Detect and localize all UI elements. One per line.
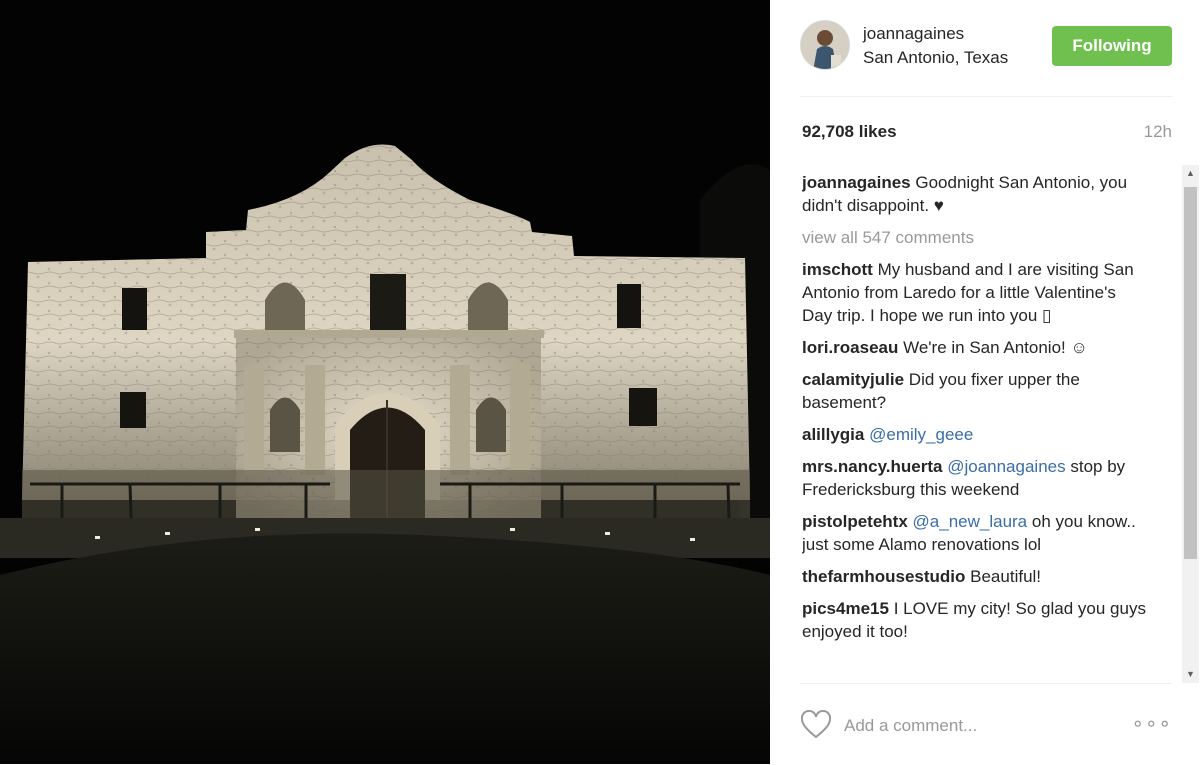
comment-username[interactable]: pistolpetehtx xyxy=(802,512,908,531)
post-location[interactable]: San Antonio, Texas xyxy=(863,48,1008,68)
add-comment-input[interactable] xyxy=(844,712,1124,740)
scroll-down-arrow-icon[interactable]: ▼ xyxy=(1182,666,1199,683)
post-timestamp[interactable]: 12h xyxy=(1144,122,1172,142)
comment-item: imschott My husband and I are visiting S… xyxy=(802,258,1147,327)
comment-mention[interactable]: @a_new_laura xyxy=(913,512,1028,531)
comments-list[interactable]: joannagaines Goodnight San Antonio, you … xyxy=(802,171,1147,681)
comment-item: lori.roaseau We're in San Antonio! ☺ xyxy=(802,336,1147,359)
post-photo xyxy=(0,0,770,764)
likes-row: 92,708 likes 12h xyxy=(800,122,1172,146)
post-header: joannagaines San Antonio, Texas Followin… xyxy=(800,20,1172,97)
comments-scrollbar[interactable]: ▲ ▼ xyxy=(1182,165,1199,683)
comment-mention[interactable]: @joannagaines xyxy=(947,457,1065,476)
comment-item: alillygia @emily_geee xyxy=(802,423,1147,446)
following-button[interactable]: Following xyxy=(1052,26,1172,66)
scrollbar-thumb[interactable] xyxy=(1184,187,1197,559)
more-options-icon[interactable]: ∘∘∘ xyxy=(1131,714,1172,734)
comment-username[interactable]: mrs.nancy.huerta xyxy=(802,457,942,476)
comment-username[interactable]: lori.roaseau xyxy=(802,338,898,357)
caption: joannagaines Goodnight San Antonio, you … xyxy=(802,171,1147,217)
comment-mention[interactable]: @emily_geee xyxy=(869,425,973,444)
comment-username[interactable]: pics4me15 xyxy=(802,599,889,618)
comment-item: mrs.nancy.huerta @joannagaines stop by F… xyxy=(802,455,1147,501)
comment-bar: ∘∘∘ xyxy=(800,683,1172,765)
post-username[interactable]: joannagaines xyxy=(863,24,964,44)
comment-text: We're in San Antonio! ☺ xyxy=(903,338,1088,357)
comment-username[interactable]: alillygia xyxy=(802,425,864,444)
like-heart-icon[interactable] xyxy=(800,710,832,740)
comment-username[interactable]: imschott xyxy=(802,260,873,279)
comment-item: pics4me15 I LOVE my city! So glad you gu… xyxy=(802,597,1147,643)
comment-item: thefarmhousestudio Beautiful! xyxy=(802,565,1147,588)
comment-username[interactable]: calamityjulie xyxy=(802,370,904,389)
comment-text: Beautiful! xyxy=(970,567,1042,586)
avatar[interactable] xyxy=(800,20,850,70)
scroll-up-arrow-icon[interactable]: ▲ xyxy=(1182,165,1199,182)
likes-count[interactable]: 92,708 likes xyxy=(802,122,897,142)
comment-item: pistolpetehtx @a_new_laura oh you know..… xyxy=(802,510,1147,556)
comment-username[interactable]: thefarmhousestudio xyxy=(802,567,965,586)
view-all-comments-link[interactable]: view all 547 comments xyxy=(802,226,1147,249)
comment-username[interactable]: joannagaines xyxy=(802,173,911,192)
comment-item: calamityjulie Did you fixer upper the ba… xyxy=(802,368,1147,414)
